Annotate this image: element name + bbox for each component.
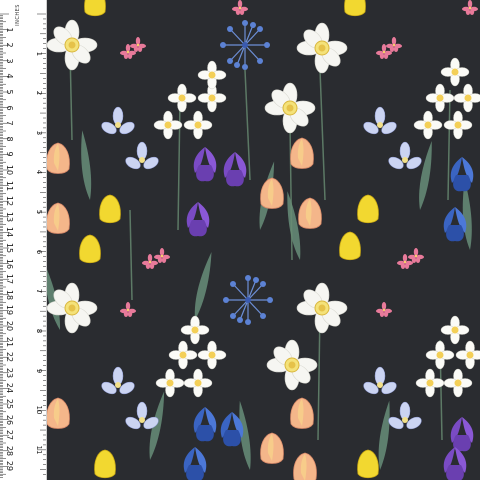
ruler-cm-label: 3 xyxy=(5,58,14,64)
ruler-inch-label: 1 xyxy=(35,51,43,56)
ruler-inch-label: 8 xyxy=(35,328,43,334)
ruler-inch-label: 3 xyxy=(35,130,43,136)
ruler-inch-label: 7 xyxy=(35,289,43,294)
floral-pattern xyxy=(0,0,480,480)
ruler-cm-label: 21 xyxy=(5,336,14,347)
ruler-cm-label: 8 xyxy=(5,136,14,142)
ruler-cm-label: 15 xyxy=(5,242,14,254)
ruler-cm-label: 5 xyxy=(5,89,14,95)
ruler-cm-label: 13 xyxy=(5,211,14,222)
ruler-cm-label: 27 xyxy=(5,430,14,441)
ruler-inch-label: 9 xyxy=(35,368,43,373)
ruler-cm-label: 10 xyxy=(5,164,14,176)
ruler-inch-label: 2 xyxy=(35,91,43,96)
ruler-inch-label: 4 xyxy=(35,170,43,175)
ruler-inch-label: 10 xyxy=(35,405,43,415)
ruler-cm-label: 24 xyxy=(5,383,14,394)
ruler-cm-label: 23 xyxy=(5,367,14,378)
ruler-inch-label: 11 xyxy=(35,445,43,455)
ruler-cm-label: 29 xyxy=(5,461,14,472)
ruler-cm-label: 28 xyxy=(5,445,14,456)
ruler-cm-label: 22 xyxy=(5,352,14,363)
ruler-cm-label: 25 xyxy=(5,398,14,410)
ruler-cm-label: 16 xyxy=(5,258,14,269)
ruler-unit-label: INCHES xyxy=(15,4,21,26)
ruler-cm-label: 19 xyxy=(5,305,14,316)
ruler-cm-label: 7 xyxy=(5,120,14,126)
ruler-cm-label: 11 xyxy=(5,180,14,191)
ruler-cm-label: 6 xyxy=(5,105,14,111)
ruler-inch-label: 5 xyxy=(35,209,43,215)
ruler-inch-label: 6 xyxy=(35,249,43,254)
ruler-cm-label: 20 xyxy=(5,320,14,332)
ruler-cm-label: 9 xyxy=(5,151,14,157)
ruler-cm-label: 26 xyxy=(5,414,14,425)
ruler-cm-label: 1 xyxy=(5,27,14,33)
ruler-cm-label: 12 xyxy=(5,196,14,207)
ruler-cm-label: 17 xyxy=(5,274,14,285)
ruler-cm-label: 14 xyxy=(5,227,14,238)
ruler-cm-label: 18 xyxy=(5,289,14,300)
ruler-cm-label: 4 xyxy=(5,73,14,79)
measurement-ruler: INCHES 1 2 3 4 5 6 7 8 9 10 11 12 13 14 15 16 17 18 19 20 21… xyxy=(0,0,47,480)
ruler-cm-label: 2 xyxy=(5,42,14,48)
